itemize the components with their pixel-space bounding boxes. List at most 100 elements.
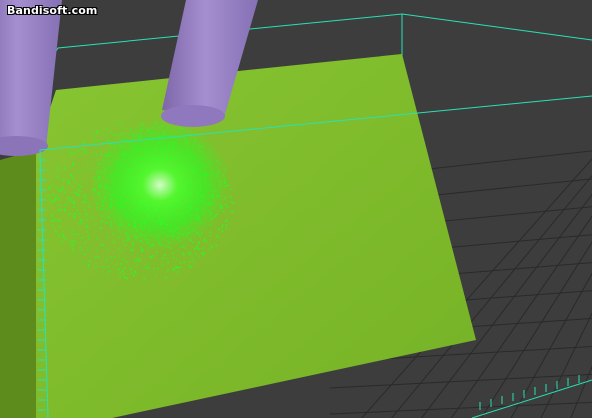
particle <box>95 265 97 268</box>
particle <box>119 276 121 278</box>
particle <box>77 188 80 191</box>
viewport-3d[interactable]: Bandisoft.com <box>0 0 592 418</box>
grid-line <box>329 373 592 389</box>
particle <box>84 242 86 244</box>
particle <box>196 245 198 248</box>
particle <box>117 122 119 124</box>
particle <box>205 240 207 243</box>
particle <box>71 245 73 247</box>
particle <box>53 219 55 221</box>
particle <box>82 260 84 263</box>
particle <box>125 260 128 263</box>
particle <box>208 249 211 251</box>
particle <box>80 222 82 224</box>
particle <box>136 257 138 260</box>
particle <box>177 271 179 273</box>
particle <box>129 247 132 250</box>
particle <box>70 151 73 154</box>
particle <box>222 224 224 226</box>
particle <box>123 272 125 275</box>
particle <box>56 196 59 198</box>
particle <box>122 258 125 261</box>
particle <box>139 259 141 261</box>
particle <box>84 150 86 152</box>
particle <box>71 163 74 166</box>
particle <box>160 263 163 265</box>
particle <box>230 201 232 203</box>
particle <box>71 229 74 231</box>
particle <box>229 188 232 190</box>
particle <box>56 175 59 177</box>
scene-canvas[interactable] <box>0 0 592 418</box>
particle <box>124 244 126 246</box>
particle <box>202 254 205 256</box>
particle <box>121 121 123 124</box>
particle <box>175 258 178 261</box>
particle <box>78 183 80 186</box>
particle <box>87 249 89 251</box>
particle <box>69 242 72 244</box>
particle <box>63 210 66 212</box>
particle <box>208 235 211 237</box>
particle <box>225 227 228 230</box>
particle <box>86 218 88 221</box>
particle <box>56 186 59 189</box>
particle <box>67 180 69 182</box>
particle <box>89 205 91 208</box>
particle <box>68 213 71 215</box>
particle <box>59 167 62 169</box>
particle <box>226 206 229 208</box>
particle <box>87 202 89 205</box>
particle <box>87 235 90 238</box>
particle <box>81 169 84 171</box>
particle <box>89 260 91 263</box>
watermark-label: Bandisoft.com <box>7 4 98 17</box>
particle <box>84 194 87 196</box>
particle <box>221 230 223 233</box>
particle <box>86 226 89 229</box>
particle <box>191 258 194 261</box>
particle <box>83 180 86 183</box>
particle <box>166 257 169 260</box>
particle <box>90 169 92 171</box>
particle <box>60 190 63 193</box>
particle <box>226 220 229 222</box>
particle <box>182 252 184 254</box>
particle <box>72 251 75 254</box>
particle <box>113 241 115 243</box>
particle <box>97 140 100 142</box>
particle <box>68 182 71 185</box>
particle <box>135 271 137 274</box>
particle <box>146 267 149 269</box>
particle <box>202 240 204 242</box>
particle <box>91 216 94 219</box>
particle <box>193 261 195 263</box>
particle <box>64 237 66 240</box>
particle <box>49 198 51 200</box>
particle <box>85 161 88 164</box>
particle <box>209 231 211 233</box>
particle <box>190 252 192 254</box>
particle <box>83 209 86 212</box>
particle <box>172 252 174 255</box>
particle <box>84 253 86 256</box>
particle <box>157 267 159 270</box>
particle <box>86 231 89 233</box>
particle <box>118 255 120 258</box>
particle <box>76 194 79 196</box>
particle <box>85 213 88 216</box>
particle <box>72 248 75 251</box>
particle <box>174 266 177 269</box>
particle <box>120 251 123 254</box>
particle <box>167 269 169 272</box>
particle <box>85 225 88 227</box>
particle <box>165 276 167 279</box>
particle <box>230 211 233 213</box>
particle <box>57 220 59 222</box>
particle <box>54 198 57 200</box>
particle <box>141 247 143 250</box>
particle <box>131 271 133 274</box>
particle <box>62 186 65 188</box>
particle <box>81 237 83 240</box>
particle <box>211 246 213 248</box>
